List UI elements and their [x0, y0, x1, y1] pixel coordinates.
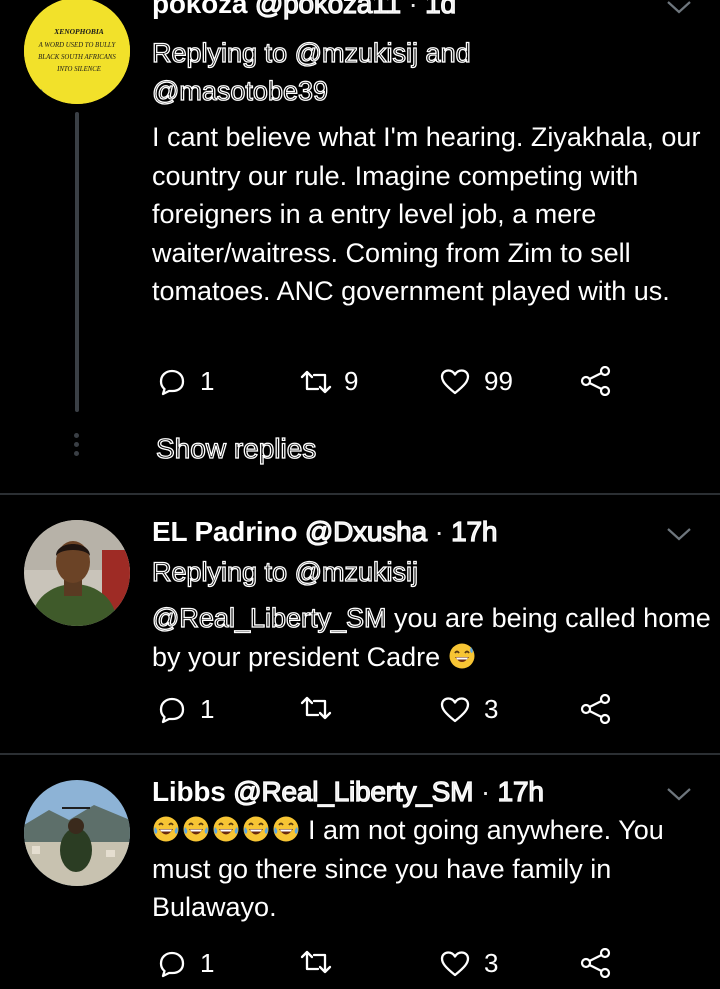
- author-handle[interactable]: @Dxusha: [304, 515, 427, 547]
- author-name[interactable]: EL Padrino: [152, 516, 297, 547]
- separator-dot: ·: [408, 0, 418, 19]
- separator-dot: ·: [434, 516, 444, 547]
- like-count: 3: [484, 948, 499, 978]
- laughing-emoji: [213, 816, 239, 842]
- replying-to: Replying to @mzukisij: [151, 556, 419, 588]
- tweet-header: Libbs @Real_Liberty_SM · 17h: [152, 775, 545, 808]
- svg-text:BLACK SOUTH AFRICANS: BLACK SOUTH AFRICANS: [38, 54, 116, 61]
- laughing-emoji: [273, 816, 299, 842]
- reply-button[interactable]: 1: [158, 948, 214, 979]
- tweet-time[interactable]: 17h: [451, 515, 499, 547]
- reply-icon: [159, 951, 185, 977]
- mention-link[interactable]: @Real_Liberty_SM: [151, 602, 387, 633]
- author-name[interactable]: pokoza: [152, 0, 247, 19]
- tweet-actions: 1 3: [152, 694, 632, 734]
- replying-to: Replying to @mzukisij and: [151, 37, 471, 69]
- tweet-el-padrino[interactable]: EL Padrino @Dxusha · 17h Replying to @mz…: [0, 495, 720, 753]
- avatar-pokoza[interactable]: XENOPHOBIA A WORD USED TO BULLY BLACK SO…: [24, 0, 130, 104]
- avatar-image: XENOPHOBIA A WORD USED TO BULLY BLACK SO…: [24, 0, 130, 104]
- share-button[interactable]: [580, 366, 612, 396]
- tweet-time[interactable]: 17h: [497, 775, 545, 807]
- tweet-libbs[interactable]: Libbs @Real_Liberty_SM · 17h I am not go…: [0, 755, 720, 989]
- retweet-icon: [300, 696, 332, 720]
- share-icon: [580, 694, 611, 724]
- like-count: 99: [484, 366, 513, 396]
- reply-icon: [159, 369, 185, 395]
- tweet-text: I am not going anywhere. You must go the…: [152, 811, 712, 927]
- reply-icon: [159, 697, 185, 723]
- avatar-libbs[interactable]: [24, 780, 130, 886]
- author-handle[interactable]: @Real_Liberty_SM: [233, 775, 474, 807]
- retweet-button[interactable]: 9: [298, 366, 358, 397]
- retweet-count: 9: [344, 366, 359, 396]
- avatar-el-padrino[interactable]: [24, 520, 130, 626]
- tweet-actions: 1 9 99: [152, 366, 632, 406]
- retweet-icon: [300, 370, 332, 393]
- author-name[interactable]: Libbs: [152, 776, 226, 807]
- reply-count: 1: [200, 948, 215, 978]
- like-button[interactable]: 99: [440, 366, 513, 397]
- separator-dot: ·: [480, 776, 490, 807]
- svg-text:XENOPHOBIA: XENOPHOBIA: [53, 27, 104, 36]
- reply-mention-link[interactable]: @mzukisij: [294, 37, 419, 68]
- reply-button[interactable]: 1: [158, 694, 214, 725]
- laughing-emoji: [183, 816, 209, 842]
- tweet-text: @Real_Liberty_SM you are being called ho…: [151, 599, 712, 676]
- reply-mention-link[interactable]: @mzukisij: [294, 556, 419, 587]
- replying-to-and: and: [425, 37, 471, 68]
- svg-text:INTO SILENCE: INTO SILENCE: [56, 66, 102, 73]
- share-icon: [580, 366, 611, 396]
- like-button[interactable]: 3: [440, 694, 498, 725]
- like-icon: [440, 950, 470, 976]
- share-icon: [580, 948, 611, 978]
- thread-dots: [74, 433, 79, 460]
- retweet-icon: [300, 950, 332, 974]
- like-button[interactable]: 3: [440, 948, 498, 979]
- retweet-button[interactable]: [298, 948, 348, 976]
- tweet-header: EL Padrino @Dxusha · 17h: [152, 515, 499, 548]
- tweet-header: pokoza @pokoza11 · 1d: [152, 0, 457, 20]
- share-button[interactable]: [580, 948, 612, 978]
- replying-to-label: Replying to: [151, 37, 288, 68]
- emoji-group: [152, 815, 302, 845]
- replying-to-label: Replying to: [151, 556, 288, 587]
- like-icon: [440, 696, 470, 722]
- tweet-time[interactable]: 1d: [425, 0, 457, 20]
- reply-mention-link[interactable]: @masotobe39: [151, 75, 328, 106]
- avatar-image: [24, 520, 130, 626]
- avatar-image: [24, 780, 130, 886]
- thread-line: [75, 112, 79, 412]
- author-handle[interactable]: @pokoza11: [254, 0, 401, 20]
- tweet-text: I cant believe what I'm hearing. Ziyakha…: [152, 122, 701, 306]
- chevron-down-icon[interactable]: [664, 0, 694, 18]
- laughing-emoji: [153, 816, 179, 842]
- reply-button[interactable]: 1: [158, 366, 214, 397]
- like-icon: [440, 368, 470, 394]
- chevron-down-icon[interactable]: [664, 785, 694, 805]
- replying-to-line2: @masotobe39: [151, 75, 328, 107]
- show-replies-link[interactable]: Show replies: [155, 432, 317, 465]
- reply-count: 1: [200, 694, 215, 724]
- tweet-pokoza[interactable]: XENOPHOBIA A WORD USED TO BULLY BLACK SO…: [0, 0, 720, 493]
- laughing-emoji: [243, 816, 269, 842]
- sweat-smile-emoji: [449, 643, 475, 668]
- reply-count: 1: [200, 366, 215, 396]
- chevron-down-icon[interactable]: [664, 525, 694, 545]
- svg-text:A WORD USED TO BULLY: A WORD USED TO BULLY: [38, 42, 117, 49]
- retweet-button[interactable]: [298, 694, 348, 722]
- share-button[interactable]: [580, 694, 612, 724]
- tweet-actions: 1 3: [152, 948, 632, 988]
- like-count: 3: [484, 694, 499, 724]
